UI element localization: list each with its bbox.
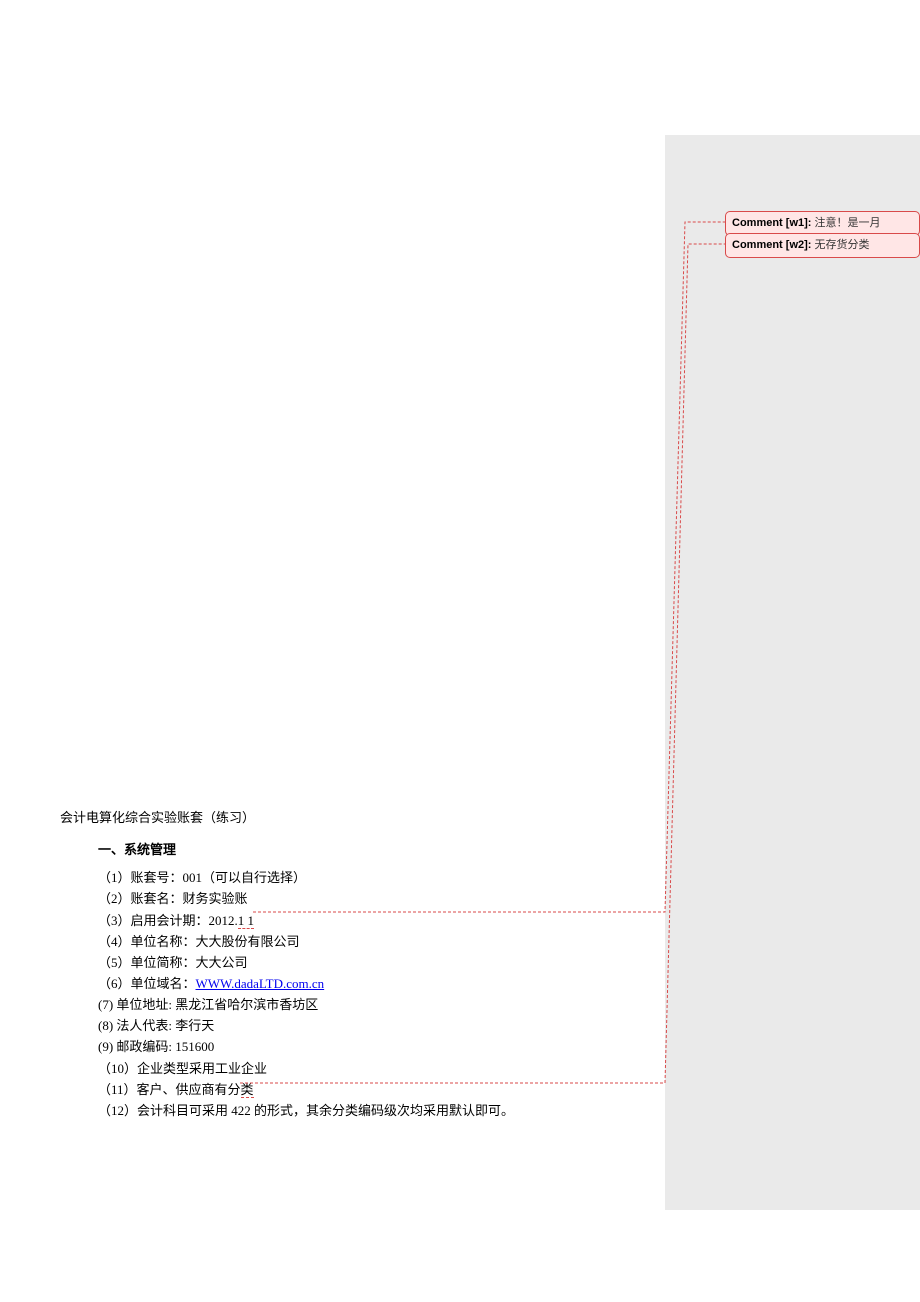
list-item: (8) 法人代表: 李行天 xyxy=(98,1016,620,1036)
list-item: （4）单位名称：大大股份有限公司 xyxy=(98,932,620,952)
comments-sidebar xyxy=(665,135,920,1210)
list-item: （10）企业类型采用工业企业 xyxy=(98,1059,620,1079)
list-item: （5）单位简称：大大公司 xyxy=(98,953,620,973)
item-text: （3）启用会计期：2012. xyxy=(98,913,238,928)
comment-label: Comment [w2]: xyxy=(732,239,811,251)
list-item: （2）账套名：财务实验账 xyxy=(98,889,620,909)
comment-label: Comment [w1]: xyxy=(732,217,811,229)
item-text: （6）单位域名： xyxy=(98,976,196,991)
item-list: （1）账套号：001（可以自行选择） （2）账套名：财务实验账 （3）启用会计期… xyxy=(98,868,620,1121)
list-item: （3）启用会计期：2012.1 1 xyxy=(98,911,620,931)
item-text: （11）客户、供应商有分 xyxy=(98,1082,241,1097)
list-item: (9) 邮政编码: 151600 xyxy=(98,1037,620,1057)
domain-link[interactable]: WWW.dadaLTD.com.cn xyxy=(196,976,325,991)
comment-text: 无存货分类 xyxy=(815,239,870,251)
content-block: 会计电算化综合实验账套（练习） 一、系统管理 （1）账套号：001（可以自行选择… xyxy=(60,808,620,1122)
list-item: （1）账套号：001（可以自行选择） xyxy=(98,868,620,888)
page-title: 会计电算化综合实验账套（练习） xyxy=(60,808,620,828)
comment-text: 注意！是一月 xyxy=(815,217,881,229)
section-heading: 一、系统管理 xyxy=(98,840,620,860)
list-item: （6）单位域名：WWW.dadaLTD.com.cn xyxy=(98,974,620,994)
comment-bubble-2[interactable]: Comment [w2]: 无存货分类 xyxy=(725,233,920,258)
list-item: （12）会计科目可采用 422 的形式，其余分类编码级次均采用默认即可。 xyxy=(98,1101,620,1121)
comment-anchor-1[interactable]: 1 1 xyxy=(238,913,254,929)
list-item: （11）客户、供应商有分类 xyxy=(98,1080,620,1100)
document-page: 会计电算化综合实验账套（练习） 一、系统管理 （1）账套号：001（可以自行选择… xyxy=(0,0,665,1302)
comment-anchor-2[interactable]: 类 xyxy=(241,1082,254,1098)
comment-bubble-1[interactable]: Comment [w1]: 注意！是一月 xyxy=(725,211,920,236)
list-item: (7) 单位地址: 黑龙江省哈尔滨市香坊区 xyxy=(98,995,620,1015)
